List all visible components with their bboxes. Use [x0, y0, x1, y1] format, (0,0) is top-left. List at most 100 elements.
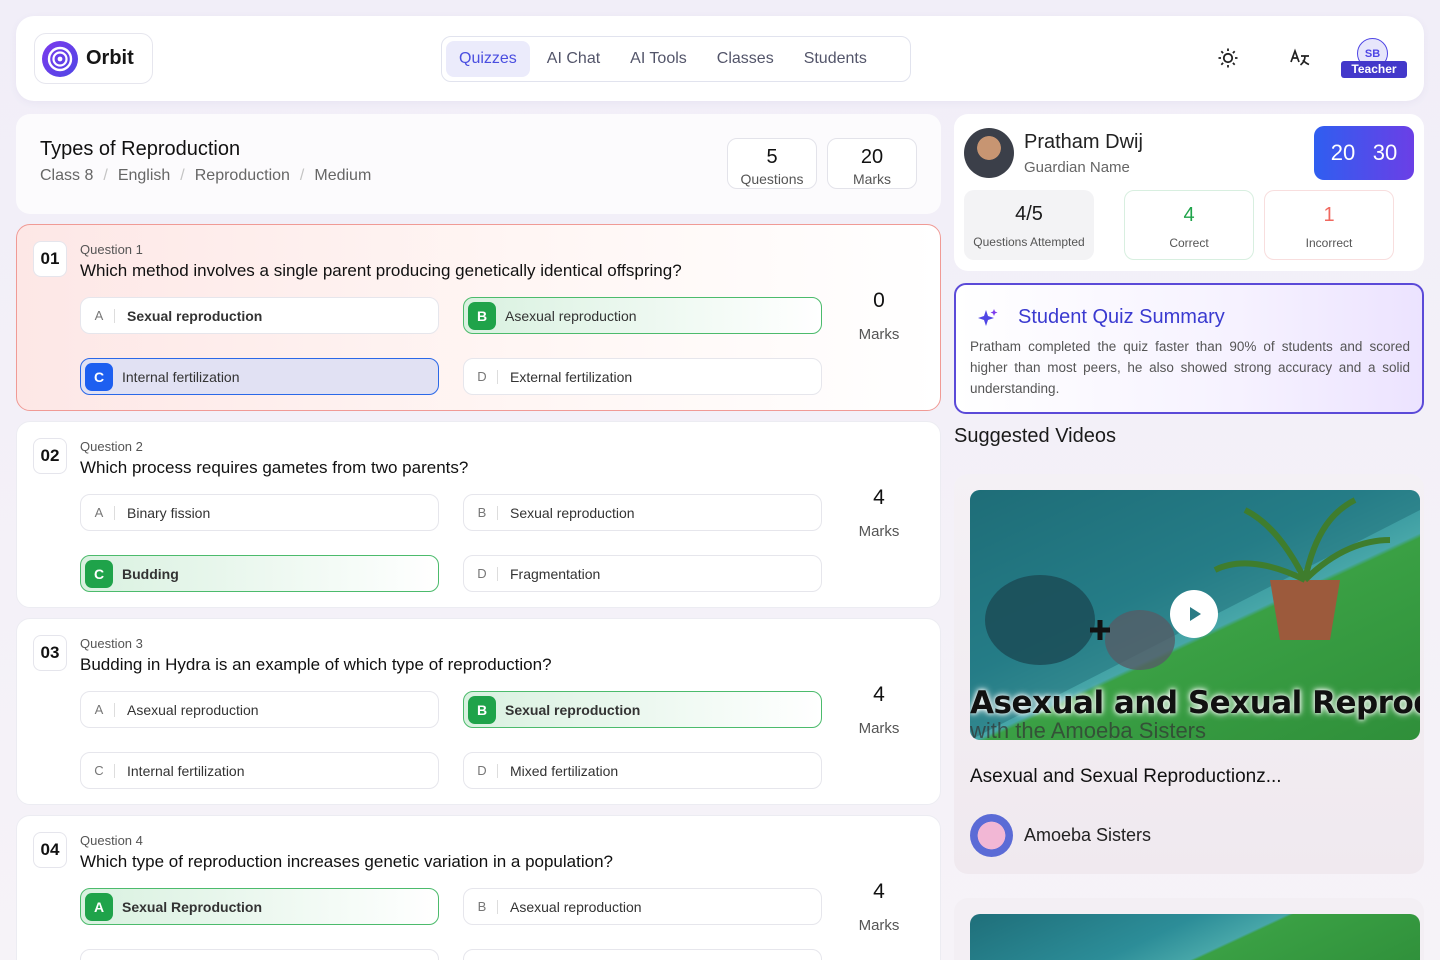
- option-divider: [497, 763, 498, 778]
- option-c[interactable]: [80, 949, 439, 960]
- quiz-title: Types of Reproduction: [40, 138, 241, 160]
- option-text: External fertilization: [510, 368, 633, 385]
- option-text: Sexual Reproduction: [122, 898, 263, 915]
- question-number: 04: [33, 832, 67, 868]
- channel-info[interactable]: Amoeba Sisters: [970, 814, 1151, 857]
- stat-value: 20: [860, 146, 884, 168]
- question-marks: 4 Marks: [857, 683, 901, 737]
- option-divider: [114, 763, 115, 778]
- channel-avatar: [970, 814, 1013, 857]
- summary-title: Student Quiz Summary: [1018, 306, 1225, 328]
- option-c[interactable]: C Internal fertilization: [80, 752, 439, 789]
- tab-quizzes[interactable]: Quizzes: [446, 41, 530, 77]
- option-b[interactable]: B Asexual reproduction: [463, 888, 822, 925]
- option-text: Binary fission: [127, 504, 211, 521]
- option-letter: D: [477, 763, 487, 778]
- summary-text: Pratham completed the quiz faster than 9…: [970, 339, 1410, 396]
- marks-value: 4: [873, 880, 885, 903]
- option-letter: A: [94, 308, 104, 323]
- option-text: Internal fertilization: [122, 368, 240, 385]
- tab-ai-tools[interactable]: AI Tools: [617, 41, 700, 77]
- option-b-correct[interactable]: B Asexual reproduction: [463, 297, 822, 334]
- option-divider: [114, 505, 115, 520]
- option-text: Budding: [122, 565, 179, 582]
- option-letter: C: [94, 763, 104, 778]
- video-card[interactable]: Asexual and Sexual Reproduction with the…: [954, 474, 1424, 874]
- score-value: 20: [1330, 140, 1356, 165]
- question-label: Question 2: [80, 439, 143, 454]
- option-b[interactable]: B Sexual reproduction: [463, 494, 822, 531]
- question-card: 03 Question 3 Budding in Hydra is an exa…: [16, 618, 941, 805]
- sparkle-icon: [976, 307, 1000, 336]
- student-name: Pratham Dwij: [1024, 131, 1143, 153]
- score-total: 30: [1372, 140, 1398, 165]
- breadcrumb-difficulty: Medium: [314, 167, 372, 184]
- stat-value: 4: [1183, 204, 1195, 226]
- option-text: Asexual reproduction: [505, 307, 637, 324]
- question-card: 04 Question 4 Which type of reproduction…: [16, 815, 941, 960]
- stat-label: Questions: [740, 171, 804, 187]
- video-thumbnail[interactable]: [970, 914, 1420, 960]
- option-a[interactable]: A Asexual reproduction: [80, 691, 439, 728]
- option-c-correct[interactable]: C Budding: [80, 555, 439, 592]
- option-text: Sexual reproduction: [510, 504, 635, 521]
- option-text: Internal fertilization: [127, 762, 245, 779]
- option-a[interactable]: A Binary fission: [80, 494, 439, 531]
- option-letter: A: [94, 505, 104, 520]
- translate-icon[interactable]: [1287, 45, 1313, 71]
- marks-label: Marks: [858, 326, 900, 343]
- marks-count: 20 Marks: [827, 138, 917, 189]
- thumbnail-title: Asexual and Sexual Reproduction: [970, 685, 1420, 721]
- breadcrumb-topic: Reproduction: [194, 167, 290, 184]
- app-name: Orbit: [86, 47, 134, 69]
- orbit-logo-icon: [42, 40, 78, 77]
- question-marks: 0 Marks: [857, 289, 901, 343]
- questions-count: 5 Questions: [727, 138, 817, 189]
- student-profile-card: Pratham Dwij Guardian Name 20 30 4/5 Que…: [954, 114, 1424, 271]
- option-letter: B: [477, 899, 487, 914]
- option-divider: [114, 702, 115, 717]
- main-nav: Quizzes AI Chat AI Tools Classes Student…: [441, 36, 911, 82]
- question-number: 01: [33, 241, 67, 277]
- option-d[interactable]: D External fertilization: [463, 358, 822, 395]
- breadcrumb-subject: English: [117, 167, 171, 184]
- option-text: Sexual reproduction: [127, 307, 263, 324]
- suggested-videos-heading: Suggested Videos: [954, 425, 1116, 447]
- question-number: 02: [33, 438, 67, 474]
- option-letter: C: [85, 362, 113, 391]
- quiz-header: Types of Reproduction Class 8 / English / …: [16, 114, 941, 214]
- tab-classes[interactable]: Classes: [704, 41, 787, 77]
- option-c-selected[interactable]: C Internal fertilization: [80, 358, 439, 395]
- video-title[interactable]: Asexual and Sexual Reproductionz...: [970, 766, 1282, 788]
- student-avatar: [964, 128, 1014, 178]
- video-card[interactable]: [954, 898, 1424, 960]
- channel-name: Amoeba Sisters: [1024, 825, 1152, 845]
- option-text: Asexual reproduction: [127, 701, 259, 718]
- marks-value: 0: [873, 289, 885, 312]
- role-badge: Teacher: [1341, 61, 1407, 78]
- option-b-correct[interactable]: B Sexual reproduction: [463, 691, 822, 728]
- thumbnail-subtitle: with the Amoeba Sisters: [970, 718, 1207, 740]
- stat-label: Questions Attempted: [973, 235, 1085, 249]
- theme-sun-icon[interactable]: [1215, 45, 1241, 71]
- option-divider: [114, 308, 115, 323]
- question-number: 03: [33, 635, 67, 671]
- option-a-correct[interactable]: A Sexual Reproduction: [80, 888, 439, 925]
- option-d[interactable]: [463, 949, 822, 960]
- top-header: Orbit Quizzes AI Chat AI Tools Classes S…: [16, 16, 1424, 101]
- option-a[interactable]: A Sexual reproduction: [80, 297, 439, 334]
- question-text: Which process requires gametes from two …: [80, 458, 469, 477]
- user-menu[interactable]: SB Teacher: [1341, 38, 1407, 80]
- play-icon[interactable]: [1170, 590, 1218, 638]
- app-logo[interactable]: Orbit: [34, 33, 153, 84]
- option-letter: A: [85, 892, 113, 921]
- stat-value: 4/5: [1015, 203, 1043, 225]
- tab-students[interactable]: Students: [791, 41, 880, 77]
- option-d[interactable]: D Fragmentation: [463, 555, 822, 592]
- marks-value: 4: [873, 683, 885, 706]
- option-d[interactable]: D Mixed fertilization: [463, 752, 822, 789]
- option-letter: D: [477, 566, 487, 581]
- tab-ai-chat[interactable]: AI Chat: [534, 41, 613, 77]
- stat-label: Correct: [1169, 236, 1209, 250]
- video-thumbnail[interactable]: Asexual and Sexual Reproduction with the…: [970, 490, 1420, 740]
